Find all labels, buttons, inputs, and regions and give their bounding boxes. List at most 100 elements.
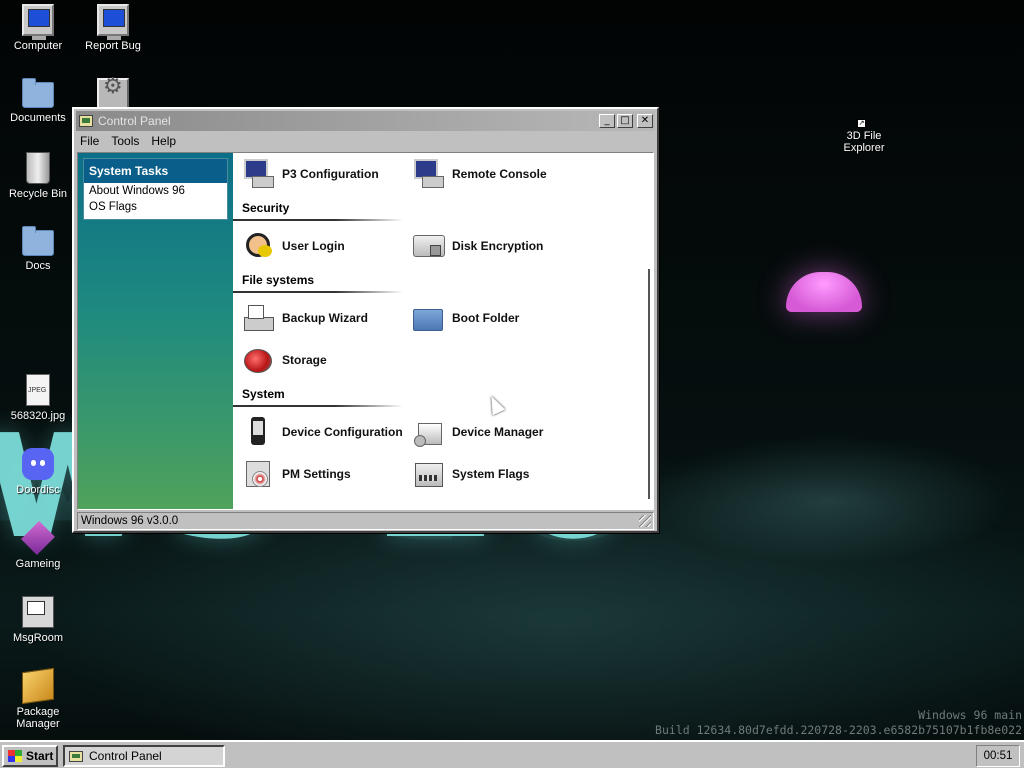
menu-file[interactable]: File	[80, 134, 99, 148]
section-divider	[233, 291, 403, 293]
recycle-bin-icon	[26, 152, 50, 184]
control-panel-icon	[69, 750, 83, 762]
status-text: Windows 96 v3.0.0	[81, 515, 179, 527]
folder-icon	[22, 226, 54, 256]
system-flags-icon	[412, 459, 444, 489]
item-boot-folder[interactable]: Boot Folder	[412, 303, 519, 333]
jpeg-file-icon	[26, 374, 50, 406]
item-label: Boot Folder	[452, 311, 520, 325]
menu-help[interactable]: Help	[151, 134, 176, 148]
sidebar: System Tasks About Windows 96 OS Flags	[78, 153, 233, 509]
settings-icon	[97, 78, 129, 110]
link-about-windows-96[interactable]: About Windows 96	[84, 183, 227, 199]
desktop-icon-package-manager[interactable]: Package Manager	[0, 667, 76, 730]
desktop-icon-label: 3D File Explorer	[843, 130, 885, 154]
section-divider	[233, 405, 403, 407]
item-label: User Login	[282, 239, 345, 253]
item-device-manager[interactable]: Device Manager	[412, 417, 543, 447]
title-bar[interactable]: Control Panel _ □ ✕	[76, 111, 655, 131]
game-cube-icon	[21, 521, 55, 555]
scrollbar[interactable]	[648, 269, 650, 499]
control-panel-items: P3 Configuration Remote Console Security…	[233, 153, 653, 509]
control-panel-icon	[79, 115, 93, 127]
remote-console-icon	[412, 159, 444, 189]
item-label: Storage	[282, 353, 327, 367]
taskbar-item-control-panel[interactable]: Control Panel	[63, 745, 225, 767]
windows-logo-icon	[8, 750, 22, 762]
desktop-icon-3d-file-explorer[interactable]: ↗ 3D File Explorer	[826, 116, 902, 154]
item-label: System Flags	[452, 467, 530, 481]
build-line-2: Build 12634.80d7efdd.220728-2203.e6582b7…	[655, 723, 1022, 737]
maximize-button[interactable]: □	[617, 114, 633, 128]
desktop-icon-doordisc[interactable]: Doordisc	[0, 448, 76, 496]
menu-tools[interactable]: Tools	[111, 134, 139, 148]
minimize-button[interactable]: _	[599, 114, 615, 128]
window-controls: _ □ ✕	[599, 114, 655, 128]
desktop-icon-gameing[interactable]: Gameing	[0, 521, 76, 570]
item-label: Disk Encryption	[452, 239, 544, 253]
desktop-icon-label: Docs	[25, 260, 51, 272]
desktop-icon-label: 568320.jpg	[10, 410, 66, 422]
resize-grip[interactable]	[639, 515, 651, 527]
user-login-icon	[242, 231, 274, 261]
start-button[interactable]: Start	[2, 745, 58, 767]
build-line-1: Windows 96 main	[918, 708, 1022, 722]
window-title: Control Panel	[98, 114, 171, 128]
taskbar-item-label: Control Panel	[89, 749, 162, 763]
device-configuration-icon	[242, 417, 274, 447]
item-system-flags[interactable]: System Flags	[412, 459, 529, 489]
backup-wizard-icon	[242, 303, 274, 333]
content-area: System Tasks About Windows 96 OS Flags P…	[77, 152, 654, 510]
section-security: Security	[242, 201, 290, 215]
package-icon	[22, 667, 54, 705]
item-label: Remote Console	[452, 167, 547, 181]
shortcut-icon: ↗	[857, 119, 866, 128]
item-disk-encryption[interactable]: Disk Encryption	[412, 231, 543, 261]
desktop-icon-label: Package Manager	[16, 706, 60, 730]
desktop-icon-label: Recycle Bin	[8, 188, 68, 200]
wallpaper-dome	[786, 272, 862, 312]
report-bug-icon	[97, 4, 129, 40]
desktop-icon-report-bug[interactable]: Report Bug	[75, 4, 151, 52]
desktop-icon-label: MsgRoom	[12, 632, 64, 644]
item-label: Device Manager	[452, 425, 544, 439]
section-file-systems: File systems	[242, 273, 315, 287]
desktop-icon-jpeg[interactable]: 568320.jpg	[0, 374, 76, 422]
item-backup-wizard[interactable]: Backup Wizard	[242, 303, 368, 333]
section-system: System	[242, 387, 285, 401]
desktop-icon-docs[interactable]: Docs	[0, 226, 76, 272]
section-divider	[233, 219, 403, 221]
item-storage[interactable]: Storage	[242, 345, 327, 375]
control-panel-window[interactable]: Control Panel _ □ ✕ File Tools Help Syst…	[72, 107, 659, 533]
close-button[interactable]: ✕	[637, 114, 653, 128]
desktop-icon-msgroom[interactable]: MsgRoom	[0, 596, 76, 644]
desktop-icon-label: Computer	[13, 40, 63, 52]
desktop-icon-label: Report Bug	[85, 40, 141, 52]
build-info: Windows 96 main Build 12634.80d7efdd.220…	[655, 708, 1022, 738]
desktop-icon-recycle-bin[interactable]: Recycle Bin	[0, 152, 76, 200]
item-label: Backup Wizard	[282, 311, 368, 325]
desktop-icon-label: Doordisc	[16, 484, 60, 496]
menu-bar: File Tools Help	[74, 131, 657, 151]
item-p3-configuration[interactable]: P3 Configuration	[242, 159, 379, 189]
item-pm-settings[interactable]: PM Settings	[242, 459, 351, 489]
msgroom-icon	[22, 596, 54, 628]
discord-icon	[22, 448, 54, 480]
system-tasks-header: System Tasks	[84, 159, 227, 183]
link-os-flags[interactable]: OS Flags	[84, 199, 227, 219]
desktop-icon-label: Gameing	[15, 558, 61, 570]
disk-encryption-icon	[412, 231, 445, 261]
desktop-icon-documents[interactable]: Documents	[0, 78, 76, 124]
taskbar: Start Control Panel 00:51	[0, 740, 1024, 768]
item-device-configuration[interactable]: Device Configuration	[242, 417, 403, 447]
desktop-icon-computer[interactable]: Computer	[0, 4, 76, 52]
device-manager-icon	[412, 417, 444, 447]
storage-icon	[242, 345, 274, 375]
item-label: P3 Configuration	[282, 167, 379, 181]
start-label: Start	[26, 749, 54, 763]
item-user-login[interactable]: User Login	[242, 231, 345, 261]
computer-icon	[22, 4, 54, 40]
pm-settings-icon	[242, 459, 274, 489]
clock[interactable]: 00:51	[976, 745, 1020, 767]
item-remote-console[interactable]: Remote Console	[412, 159, 547, 189]
